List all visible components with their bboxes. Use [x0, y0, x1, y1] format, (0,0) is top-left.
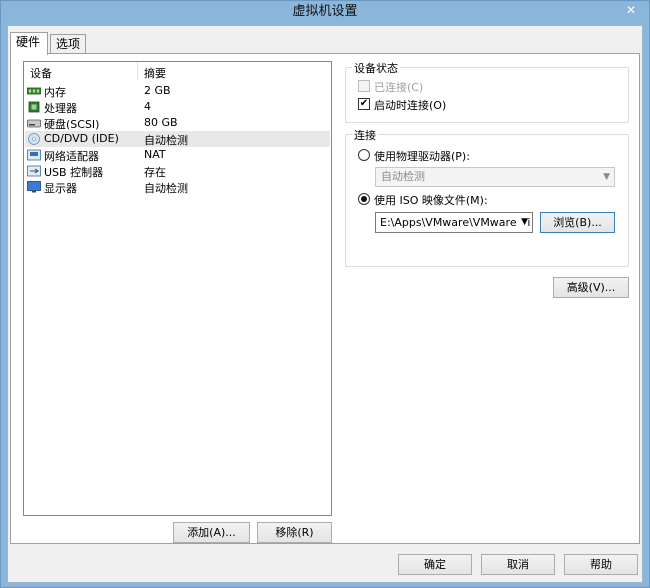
network-adapter-icon — [27, 149, 41, 161]
dialog-footer: 确定 取消 帮助 — [8, 545, 642, 583]
column-header-device[interactable]: 设备 — [30, 65, 52, 81]
device-row-hard-disk[interactable]: 硬盘(SCSI) 80 GB — [25, 115, 330, 131]
hardware-panel: 设备 摘要 内存 2 GB 处理器 4 硬盘(SCSI) 80 GB CD/DV… — [10, 53, 640, 544]
tab-hardware[interactable]: 硬件 — [10, 32, 48, 55]
help-button[interactable]: 帮助 — [564, 554, 638, 575]
device-name: 硬盘(SCSI) — [44, 118, 100, 131]
tab-options[interactable]: 选项 — [50, 34, 86, 54]
physical-drive-value: 自动检测 — [381, 170, 425, 183]
device-row-usb[interactable]: USB 控制器 存在 — [25, 163, 330, 179]
device-summary: 自动检测 — [144, 182, 188, 195]
device-summary: 2 GB — [144, 84, 171, 97]
device-list[interactable]: 设备 摘要 内存 2 GB 处理器 4 硬盘(SCSI) 80 GB CD/DV… — [23, 61, 332, 516]
physical-drive-select[interactable]: 自动检测 ▼ — [375, 167, 615, 187]
list-header: 设备 摘要 — [24, 62, 331, 80]
column-header-summary[interactable]: 摘要 — [144, 65, 166, 81]
hard-disk-icon — [27, 119, 41, 128]
device-name: 显示器 — [44, 182, 77, 195]
close-button[interactable]: ✕ — [617, 1, 645, 19]
connect-at-power-on-label: 启动时连接(O) — [374, 99, 447, 112]
connected-label: 已连接(C) — [374, 81, 424, 94]
device-row-network[interactable]: 网络适配器 NAT — [25, 147, 330, 163]
device-name: 处理器 — [44, 102, 77, 115]
chevron-down-icon[interactable]: ▼ — [519, 213, 528, 232]
connection-title: 连接 — [352, 127, 378, 143]
iso-image-label: 使用 ISO 映像文件(M): — [374, 194, 488, 207]
close-icon: ✕ — [625, 3, 637, 17]
iso-path-combo[interactable]: E:\Apps\VMware\VMware Vi ▼ — [375, 212, 533, 233]
check-mark-icon[interactable]: ✔ — [358, 98, 370, 110]
device-summary: NAT — [144, 148, 166, 161]
browse-button[interactable]: 浏览(B)... — [540, 212, 615, 233]
cancel-button[interactable]: 取消 — [481, 554, 555, 575]
device-summary: 4 — [144, 100, 151, 113]
dialog-client: 硬件 选项 设备 摘要 内存 2 GB 处理器 4 硬盘(SCSI) 80 GB… — [7, 25, 643, 583]
remove-device-button[interactable]: 移除(R) — [257, 522, 332, 543]
physical-drive-label: 使用物理驱动器(P): — [374, 150, 470, 163]
settings-dialog: 虚拟机设置 ✕ 硬件 选项 设备 摘要 内存 2 GB 处理器 4 硬盘(SCS… — [0, 0, 650, 588]
device-name: USB 控制器 — [44, 166, 104, 179]
physical-drive-radio-button[interactable] — [358, 149, 370, 161]
device-status-group: 设备状态 已连接(C) ✔ 启动时连接(O) — [345, 60, 629, 123]
advanced-button[interactable]: 高级(V)... — [553, 277, 629, 298]
chevron-down-icon: ▼ — [603, 172, 610, 182]
device-name: 内存 — [44, 86, 66, 99]
ok-button[interactable]: 确定 — [398, 554, 472, 575]
device-row-display[interactable]: 显示器 自动检测 — [25, 179, 330, 195]
processor-icon — [28, 101, 40, 113]
cd-dvd-icon — [28, 133, 40, 145]
iso-path-value: E:\Apps\VMware\VMware Vi — [380, 216, 531, 229]
add-device-button[interactable]: 添加(A)... — [173, 522, 250, 543]
device-summary: 自动检测 — [144, 134, 188, 147]
window-title: 虚拟机设置 — [292, 4, 358, 19]
connected-check[interactable] — [358, 80, 370, 92]
device-name: CD/DVD (IDE) — [44, 132, 119, 145]
device-row-memory[interactable]: 内存 2 GB — [25, 83, 330, 99]
device-row-cd-dvd[interactable]: CD/DVD (IDE) 自动检测 — [25, 131, 330, 147]
iso-image-radio-button[interactable] — [358, 193, 370, 205]
device-status-title: 设备状态 — [352, 60, 400, 76]
device-summary: 80 GB — [144, 116, 178, 129]
column-divider[interactable] — [137, 62, 138, 80]
device-row-processor[interactable]: 处理器 4 — [25, 99, 330, 115]
device-summary: 存在 — [144, 166, 166, 179]
memory-icon — [27, 87, 41, 95]
usb-icon — [27, 165, 41, 177]
device-name: 网络适配器 — [44, 150, 99, 163]
display-icon — [27, 181, 41, 193]
connection-group: 连接 使用物理驱动器(P): 自动检测 ▼ 使用 ISO 映像文件(M): E:… — [345, 127, 629, 267]
